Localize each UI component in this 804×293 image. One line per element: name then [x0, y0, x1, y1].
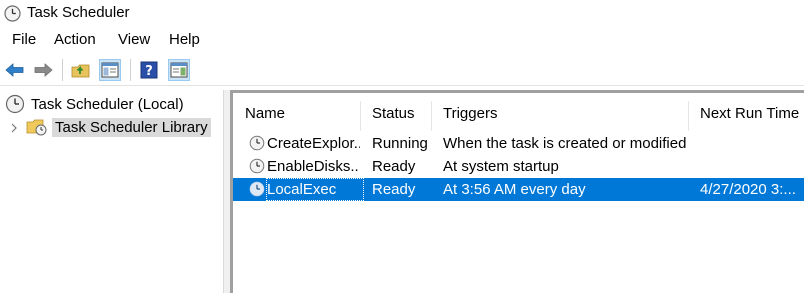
column-header-triggers[interactable]: Triggers [431, 101, 687, 127]
cell-triggers: At 3:56 AM every day [443, 181, 586, 198]
window-title: Task Scheduler [27, 4, 130, 21]
chevron-right-icon[interactable] [9, 122, 19, 134]
task-clock-icon [249, 135, 265, 151]
show-hide-console-tree-icon [101, 62, 119, 78]
cell-name: EnableDisks... [267, 158, 360, 175]
task-list-pane: Name Status Triggers Next Run Time Creat… [230, 90, 804, 293]
forward-arrow-icon [34, 63, 53, 77]
library-folder-clock-icon [26, 119, 47, 136]
task-scheduler-clock-icon [4, 5, 21, 22]
tree-item-task-scheduler-local[interactable]: Task Scheduler (Local) [5, 93, 184, 115]
column-header-status[interactable]: Status [360, 101, 431, 127]
back-arrow-icon [5, 63, 24, 77]
menu-view[interactable]: View [118, 31, 150, 49]
svg-text:?: ? [145, 64, 153, 79]
toolbar-separator [62, 59, 63, 81]
help-icon: ? [140, 61, 158, 79]
menu-bar: File Action View Help [0, 28, 804, 52]
folder-up-icon [71, 64, 90, 78]
table-row-selected[interactable]: LocalExec Ready At 3:56 AM every day 4/2… [233, 178, 804, 201]
title-bar[interactable]: Task Scheduler [0, 0, 804, 27]
show-hide-action-pane-icon [170, 62, 188, 78]
up-one-level-button[interactable] [70, 59, 92, 81]
tree-item-label: Task Scheduler Library [52, 117, 211, 137]
cell-next-run-time: 4/27/2020 3:... [700, 181, 796, 198]
cell-triggers: At system startup [443, 158, 559, 175]
tree-item-task-scheduler-library[interactable]: Task Scheduler Library [26, 116, 211, 138]
cell-triggers: When the task is created or modified [443, 135, 687, 152]
cell-next-run-time [700, 132, 804, 155]
forward-button[interactable] [32, 59, 54, 81]
column-headers: Name Status Triggers Next Run Time [233, 101, 804, 131]
task-clock-icon [249, 181, 265, 197]
cell-status: Running [372, 135, 428, 152]
column-header-name[interactable]: Name [233, 101, 360, 127]
show-hide-console-tree-button[interactable] [99, 59, 121, 81]
tree-item-label: Task Scheduler (Local) [31, 95, 184, 113]
help-button[interactable]: ? [138, 59, 160, 81]
cell-next-run-time [700, 155, 804, 178]
menu-help[interactable]: Help [169, 31, 200, 49]
show-hide-action-pane-button[interactable] [168, 59, 190, 81]
task-scheduler-clock-icon [5, 94, 25, 114]
cell-name: CreateExplor... [267, 135, 360, 152]
menu-action[interactable]: Action [54, 31, 96, 49]
toolbar: ? [0, 54, 804, 86]
cell-name: LocalExec [267, 181, 337, 198]
cell-status: Ready [372, 158, 416, 175]
back-button[interactable] [4, 59, 26, 81]
table-row[interactable]: EnableDisks... Ready At system startup [233, 155, 804, 178]
menu-file[interactable]: File [12, 31, 36, 49]
task-clock-icon [249, 158, 265, 174]
column-header-next-run-time[interactable]: Next Run Time [688, 101, 804, 127]
table-row[interactable]: CreateExplor... Running When the task is… [233, 132, 804, 155]
cell-status: Ready [372, 181, 416, 198]
toolbar-separator [130, 59, 131, 81]
